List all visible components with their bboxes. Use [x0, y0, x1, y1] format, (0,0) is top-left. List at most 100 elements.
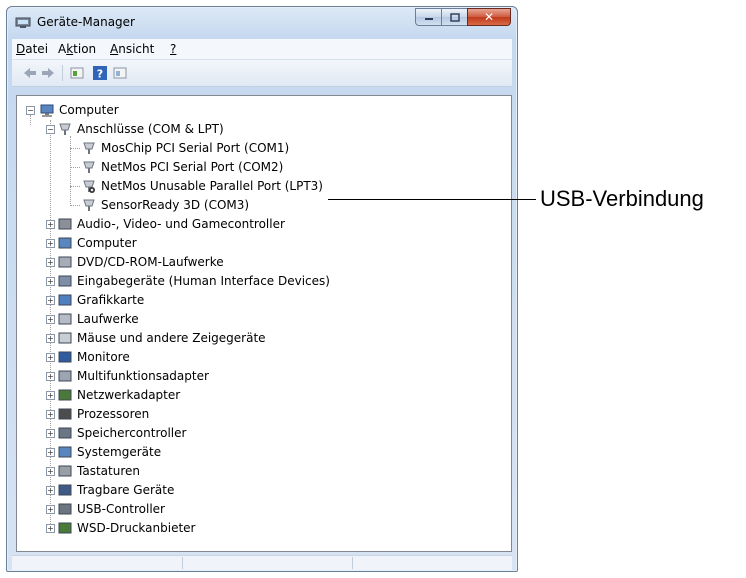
tree-node-category[interactable]: Prozessoren: [57, 405, 149, 423]
tree-node-ports-group[interactable]: Anschlüsse (COM & LPT): [57, 120, 224, 138]
collapse-root-toggle[interactable]: −: [26, 106, 35, 115]
expand-category-toggle[interactable]: +: [46, 467, 55, 476]
printer-icon: [58, 522, 72, 534]
menu-help[interactable]: ?: [170, 42, 176, 56]
tree-node-category[interactable]: Tastaturen: [57, 462, 140, 480]
expand-category-toggle[interactable]: +: [46, 277, 55, 286]
tree-node-category[interactable]: Mäuse und andere Zeigegeräte: [57, 329, 266, 347]
disc-drive-icon: [58, 256, 72, 268]
category-label: Systemgeräte: [77, 445, 162, 459]
expand-category-toggle[interactable]: +: [46, 258, 55, 267]
menu-aktion[interactable]: Aktion: [58, 42, 96, 56]
device-tree[interactable]: − Computer − Anschlüsse (COM & LPT) MosC…: [16, 95, 512, 552]
help-icon[interactable]: ?: [92, 65, 108, 81]
close-icon: ✕: [483, 10, 495, 24]
close-button[interactable]: ✕: [467, 8, 511, 26]
callout-label: USB-Verbindung: [540, 186, 704, 211]
system-device-icon: [58, 446, 72, 458]
minimize-button[interactable]: [415, 8, 441, 26]
expand-category-toggle[interactable]: +: [46, 410, 55, 419]
drive-icon: [58, 313, 72, 325]
tree-node-category[interactable]: Grafikkarte: [57, 291, 144, 309]
toolbar: ?: [12, 60, 512, 87]
tree-node-category[interactable]: Systemgeräte: [57, 443, 161, 461]
title-bar[interactable]: Geräte-Manager ✕: [7, 7, 517, 37]
category-label: Eingabegeräte (Human Interface Devices): [77, 274, 330, 288]
tree-node-root[interactable]: Computer: [39, 101, 119, 119]
properties-icon[interactable]: [69, 65, 85, 81]
maximize-icon: [449, 12, 460, 22]
expand-category-toggle[interactable]: +: [46, 334, 55, 343]
expand-category-toggle[interactable]: +: [46, 239, 55, 248]
expand-category-toggle[interactable]: +: [46, 486, 55, 495]
tree-node-port[interactable]: MosChip PCI Serial Port (COM1): [81, 139, 289, 157]
storage-controller-icon: [58, 427, 72, 439]
expand-category-toggle[interactable]: +: [46, 391, 55, 400]
expand-category-toggle[interactable]: +: [46, 448, 55, 457]
monitor-icon: [58, 351, 72, 363]
tree-node-category[interactable]: USB-Controller: [57, 500, 165, 518]
tree-node-category[interactable]: Multifunktionsadapter: [57, 367, 209, 385]
category-label: Mäuse und andere Zeigegeräte: [77, 331, 266, 345]
category-label: Grafikkarte: [77, 293, 145, 307]
view-icon[interactable]: [112, 65, 128, 81]
expand-category-toggle[interactable]: +: [46, 315, 55, 324]
display-adapter-icon: [58, 294, 72, 306]
tree-node-port[interactable]: NetMos PCI Serial Port (COM2): [81, 158, 283, 176]
maximize-button[interactable]: [441, 8, 467, 26]
tree-node-category[interactable]: Computer: [57, 234, 137, 252]
category-label: Speichercontroller: [77, 426, 187, 440]
category-label: Prozessoren: [77, 407, 150, 421]
expand-category-toggle[interactable]: +: [46, 372, 55, 381]
tree-node-category[interactable]: Speichercontroller: [57, 424, 186, 442]
tree-node-category[interactable]: Netzwerkadapter: [57, 386, 180, 404]
category-label: Tragbare Geräte: [77, 483, 175, 497]
tree-node-category[interactable]: Eingabegeräte (Human Interface Devices): [57, 272, 330, 290]
multifunction-icon: [58, 370, 72, 382]
warning-port-icon: [83, 180, 95, 193]
tree-node-port-sensorready[interactable]: SensorReady 3D (COM3): [81, 196, 249, 214]
tree-node-category[interactable]: Laufwerke: [57, 310, 139, 328]
arrow-right-icon[interactable]: [40, 65, 56, 81]
window-title: Geräte-Manager: [37, 15, 135, 29]
tree-node-category[interactable]: Tragbare Geräte: [57, 481, 174, 499]
mouse-icon: [58, 332, 72, 344]
menu-bar: Datei Aktion Ansicht ?: [12, 39, 512, 60]
tree-node-category[interactable]: WSD-Druckanbieter: [57, 519, 195, 537]
tree-node-port[interactable]: NetMos Unusable Parallel Port (LPT3): [81, 177, 323, 195]
tree-node-category[interactable]: Audio-, Video- und Gamecontroller: [57, 215, 285, 233]
expand-category-toggle[interactable]: +: [46, 524, 55, 533]
callout-line: [328, 199, 536, 200]
usb-icon: [58, 503, 72, 515]
tree-node-category[interactable]: Monitore: [57, 348, 130, 366]
menu-ansicht[interactable]: Ansicht: [110, 42, 154, 56]
network-adapter-icon: [58, 389, 72, 401]
expand-category-toggle[interactable]: +: [46, 429, 55, 438]
expand-category-toggle[interactable]: +: [46, 505, 55, 514]
input-device-icon: [58, 275, 72, 287]
port-icon: [59, 123, 71, 135]
tree-node-category[interactable]: DVD/CD-ROM-Laufwerke: [57, 253, 224, 271]
caption-buttons: ✕: [415, 8, 511, 28]
expand-category-toggle[interactable]: +: [46, 296, 55, 305]
category-label: Computer: [77, 236, 137, 250]
device-manager-icon: [15, 17, 31, 28]
category-label: Netzwerkadapter: [77, 388, 181, 402]
expand-category-toggle[interactable]: +: [46, 353, 55, 362]
computer-icon: [40, 104, 54, 117]
keyboard-icon: [58, 465, 72, 477]
menu-datei[interactable]: Datei: [16, 42, 48, 56]
svg-text:?: ?: [97, 68, 103, 81]
status-bar: [12, 555, 512, 570]
expand-category-toggle[interactable]: +: [46, 220, 55, 229]
port-icon: [83, 142, 95, 154]
toolbar-separator: [62, 65, 63, 81]
processor-icon: [58, 408, 72, 420]
portable-device-icon: [58, 484, 72, 496]
arrow-left-icon[interactable]: [22, 65, 38, 81]
collapse-ports-toggle[interactable]: −: [46, 125, 55, 134]
port-icon: [83, 161, 95, 173]
device-manager-window: Geräte-Manager ✕ Datei Aktion Ansicht ?: [6, 6, 518, 572]
computer-icon: [58, 237, 72, 249]
category-label: Audio-, Video- und Gamecontroller: [77, 217, 285, 231]
